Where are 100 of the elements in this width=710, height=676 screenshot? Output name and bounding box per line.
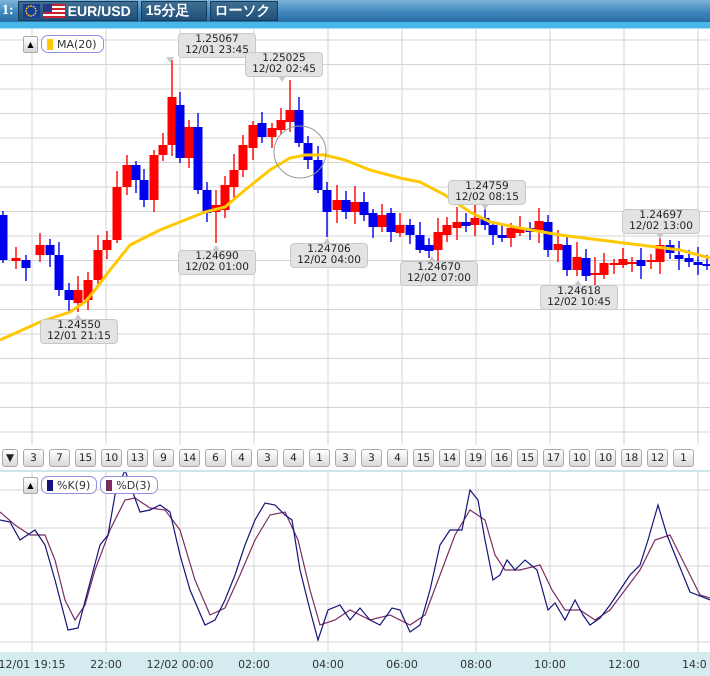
moving-average-legend[interactable]: MA(20)	[41, 35, 104, 53]
collapse-button[interactable]: ▲	[23, 476, 38, 494]
candlestick	[212, 190, 220, 243]
time-label: 12/02 04:00	[297, 255, 361, 266]
candlestick	[506, 223, 516, 247]
candlestick	[258, 112, 266, 143]
candlestick	[572, 242, 582, 276]
count-button[interactable]: 6	[205, 448, 226, 466]
count-button[interactable]: 12	[647, 448, 668, 466]
count-button[interactable]: 4	[387, 448, 408, 466]
k-legend[interactable]: %K(9)	[41, 476, 98, 494]
time-label: 12/01 19:15	[0, 658, 66, 670]
time-label: 12/02 10:45	[547, 297, 611, 308]
time-label: 12/02 02:45	[252, 64, 316, 75]
price-label: 1.25067	[195, 34, 239, 45]
candlestick	[406, 219, 414, 244]
chart-index: 1:	[2, 3, 14, 19]
candlestick	[516, 216, 524, 236]
candlestick	[238, 135, 248, 177]
time-label: 12/02 00:00	[146, 658, 214, 670]
collapse-button[interactable]: ▲	[23, 36, 38, 52]
chart-type-tab[interactable]: ローソク	[210, 1, 278, 21]
time-label: 12/02 01:00	[185, 262, 249, 273]
d-legend[interactable]: %D(3)	[100, 476, 158, 494]
legend-label: MA(20)	[57, 38, 97, 50]
candlestick	[618, 248, 628, 268]
candlestick	[268, 123, 276, 148]
candlestick	[544, 215, 552, 257]
price-label: 1.24618	[557, 286, 601, 297]
time-label: 10:00	[534, 658, 566, 670]
price-label: 1.24690	[195, 251, 239, 262]
time-label: 12:00	[608, 658, 640, 670]
legend-label: %K(9)	[57, 478, 90, 492]
count-button[interactable]: 9	[153, 448, 174, 466]
count-button[interactable]: 19	[465, 448, 486, 466]
candlestick	[350, 186, 360, 224]
candlestick	[386, 208, 396, 242]
count-button[interactable]: 3	[257, 448, 278, 466]
count-button[interactable]: 18	[621, 448, 642, 466]
count-button[interactable]: 13	[127, 448, 148, 466]
time-label: 02:00	[238, 658, 270, 670]
count-button[interactable]: 3	[23, 448, 44, 466]
count-button[interactable]: 16	[491, 448, 512, 466]
count-button[interactable]: 10	[569, 448, 590, 466]
candlestick	[498, 224, 506, 242]
count-button[interactable]: 14	[439, 448, 460, 466]
candlestick	[12, 247, 20, 269]
candlestick	[562, 237, 572, 276]
candlestick	[132, 161, 140, 193]
price-label: 1.24550	[57, 320, 101, 331]
candlestick	[488, 221, 498, 245]
count-button[interactable]: 1	[673, 448, 694, 466]
count-button[interactable]: 17	[543, 448, 564, 466]
count-button[interactable]: 14	[179, 448, 200, 466]
count-button[interactable]: 1	[309, 448, 330, 466]
count-button[interactable]: 15	[75, 448, 96, 466]
candlestick	[84, 272, 92, 310]
candlestick	[554, 230, 562, 262]
time-label: 12/01 23:45	[185, 45, 249, 56]
candlestick	[314, 146, 322, 193]
candlestick	[342, 191, 350, 219]
time-label: 12/01 21:15	[47, 331, 111, 342]
price-label: 1.24706	[307, 244, 351, 255]
highlight-circle	[274, 126, 326, 178]
candlestick	[378, 204, 386, 232]
price-label: 1.24670	[417, 262, 461, 273]
toggle-button[interactable]: ▼	[2, 448, 18, 466]
candlestick	[582, 249, 590, 281]
time-label: 22:00	[90, 658, 122, 670]
symbol-tab[interactable]: EUR/USD	[18, 1, 138, 21]
candlestick	[22, 255, 30, 281]
us-flag-icon	[42, 4, 65, 18]
price-label: 1.24759	[465, 181, 509, 192]
count-button[interactable]: 15	[413, 448, 434, 466]
count-button[interactable]: 4	[231, 448, 252, 466]
price-label: 1.24697	[639, 210, 683, 221]
legend-label: %D(3)	[116, 478, 151, 492]
candlestick	[230, 154, 238, 200]
candlestick	[36, 233, 44, 262]
count-button[interactable]: 10	[595, 448, 616, 466]
timeframe-tab[interactable]: 15分足	[140, 1, 207, 21]
candlestick	[590, 257, 600, 285]
candlestick	[0, 211, 8, 263]
candlestick	[220, 176, 230, 218]
count-button[interactable]: 15	[517, 448, 538, 466]
count-button[interactable]: 3	[361, 448, 382, 466]
count-button[interactable]: 3	[335, 448, 356, 466]
time-label: 12/02 07:00	[407, 273, 471, 284]
time-label: 08:00	[460, 658, 492, 670]
time-label: 04:00	[312, 658, 344, 670]
count-button[interactable]: 4	[283, 448, 304, 466]
candlestick	[396, 213, 404, 237]
time-label: 12/02 08:15	[455, 192, 519, 203]
candlestick	[368, 209, 378, 238]
eu-flag-icon	[22, 4, 40, 18]
candlestick	[74, 276, 82, 312]
candlestick	[360, 192, 368, 221]
count-button[interactable]: 7	[49, 448, 70, 466]
time-label: 14:0	[682, 658, 707, 670]
count-button[interactable]: 10	[101, 448, 122, 466]
